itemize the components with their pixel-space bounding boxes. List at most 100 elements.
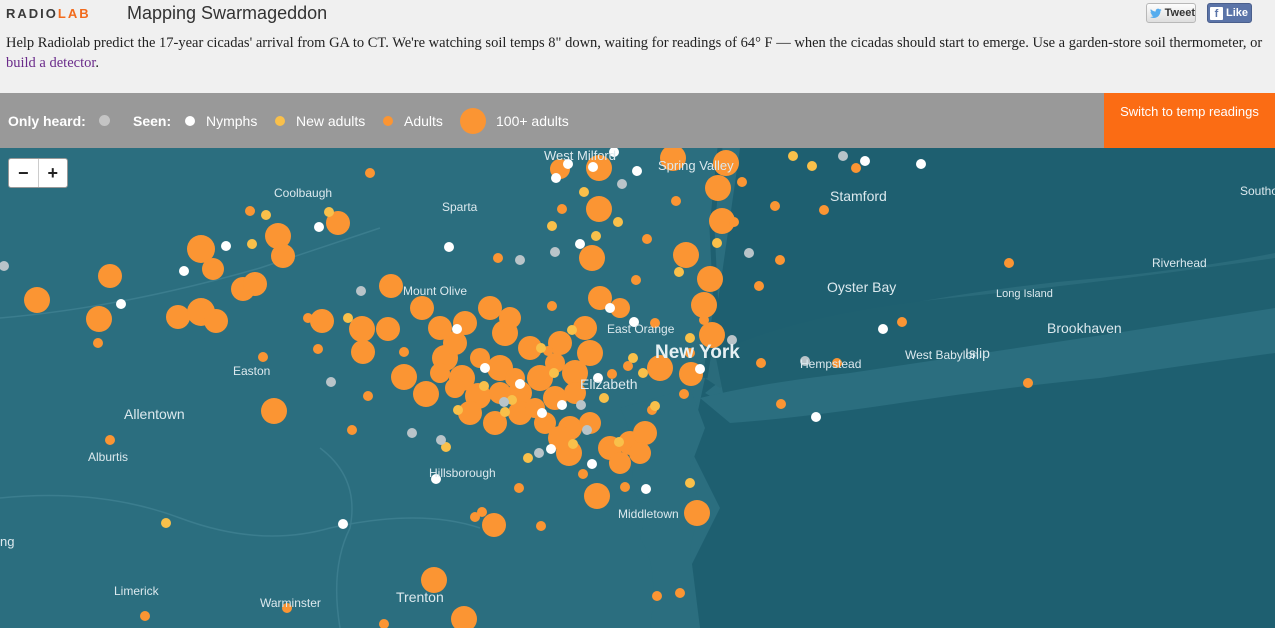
adult-marker[interactable]: [652, 591, 662, 601]
adult-marker[interactable]: [245, 206, 255, 216]
adult-marker[interactable]: [754, 281, 764, 291]
adult-marker[interactable]: [347, 425, 357, 435]
nymph-marker[interactable]: [116, 299, 126, 309]
new-adult-marker[interactable]: [247, 239, 257, 249]
new-adult-marker[interactable]: [788, 151, 798, 161]
adult-marker[interactable]: [1023, 378, 1033, 388]
heard-marker[interactable]: [744, 248, 754, 258]
adult-marker[interactable]: [430, 363, 450, 383]
heard-marker[interactable]: [436, 435, 446, 445]
nymph-marker[interactable]: [314, 222, 324, 232]
adult-marker[interactable]: [261, 398, 287, 424]
adult-marker[interactable]: [428, 316, 452, 340]
new-adult-marker[interactable]: [650, 401, 660, 411]
adult-marker[interactable]: [578, 469, 588, 479]
nymph-marker[interactable]: [605, 303, 615, 313]
adult-marker[interactable]: [557, 204, 567, 214]
adult-marker[interactable]: [675, 588, 685, 598]
adult-marker[interactable]: [609, 452, 631, 474]
new-adult-marker[interactable]: [591, 231, 601, 241]
adult-marker[interactable]: [699, 315, 709, 325]
new-adult-marker[interactable]: [161, 518, 171, 528]
new-adult-marker[interactable]: [536, 343, 546, 353]
new-adult-marker[interactable]: [500, 407, 510, 417]
adult-marker[interactable]: [351, 340, 375, 364]
new-adult-marker[interactable]: [613, 217, 623, 227]
adult-marker[interactable]: [391, 364, 417, 390]
new-adult-marker[interactable]: [685, 478, 695, 488]
nymph-marker[interactable]: [878, 324, 888, 334]
adult-marker[interactable]: [620, 482, 630, 492]
new-adult-marker[interactable]: [547, 221, 557, 231]
adult-marker[interactable]: [684, 500, 710, 526]
adult-marker[interactable]: [770, 201, 780, 211]
switch-temp-readings-button[interactable]: Switch to temp readings: [1104, 93, 1275, 148]
adult-marker[interactable]: [376, 317, 400, 341]
new-adult-marker[interactable]: [479, 381, 489, 391]
facebook-like-button[interactable]: f Like: [1207, 3, 1252, 23]
adult-marker[interactable]: [399, 347, 409, 357]
new-adult-marker[interactable]: [579, 187, 589, 197]
nymph-marker[interactable]: [632, 166, 642, 176]
adult-marker[interactable]: [819, 205, 829, 215]
adult-marker[interactable]: [705, 175, 731, 201]
new-adult-marker[interactable]: [807, 161, 817, 171]
adult-marker[interactable]: [737, 177, 747, 187]
adult-marker[interactable]: [410, 296, 434, 320]
adult-marker[interactable]: [98, 264, 122, 288]
nymph-marker[interactable]: [916, 159, 926, 169]
adult-marker[interactable]: [586, 196, 612, 222]
heard-marker[interactable]: [576, 400, 586, 410]
adult-marker[interactable]: [573, 316, 597, 340]
nymph-marker[interactable]: [557, 400, 567, 410]
adult-marker[interactable]: [579, 245, 605, 271]
new-adult-marker[interactable]: [568, 439, 578, 449]
heard-marker[interactable]: [550, 247, 560, 257]
adult-marker[interactable]: [697, 266, 723, 292]
radiolab-logo[interactable]: RADIOLAB: [6, 6, 91, 21]
build-detector-link[interactable]: build a detector: [6, 55, 95, 71]
tweet-button[interactable]: Tweet: [1146, 3, 1196, 23]
zoom-in-button[interactable]: +: [39, 159, 68, 187]
nymph-marker[interactable]: [551, 173, 561, 183]
adult-marker[interactable]: [631, 275, 641, 285]
heard-marker[interactable]: [617, 179, 627, 189]
adult-marker[interactable]: [729, 217, 739, 227]
new-adult-marker[interactable]: [567, 325, 577, 335]
nymph-marker[interactable]: [480, 363, 490, 373]
heard-marker[interactable]: [499, 397, 509, 407]
adult-marker[interactable]: [536, 521, 546, 531]
adult-marker[interactable]: [24, 287, 50, 313]
adult-marker[interactable]: [204, 309, 228, 333]
new-adult-marker[interactable]: [614, 437, 624, 447]
nymph-marker[interactable]: [588, 162, 598, 172]
adult-marker[interactable]: [379, 619, 389, 628]
adult-marker[interactable]: [514, 483, 524, 493]
adult-marker[interactable]: [691, 292, 717, 318]
heard-marker[interactable]: [407, 428, 417, 438]
adult-marker[interactable]: [451, 606, 477, 628]
nymph-marker[interactable]: [444, 242, 454, 252]
nymph-marker[interactable]: [641, 484, 651, 494]
new-adult-marker[interactable]: [453, 405, 463, 415]
new-adult-marker[interactable]: [599, 393, 609, 403]
heard-marker[interactable]: [582, 425, 592, 435]
adult-marker[interactable]: [633, 421, 657, 445]
adult-marker[interactable]: [499, 307, 521, 329]
adult-marker[interactable]: [349, 316, 375, 342]
adult-marker[interactable]: [671, 196, 681, 206]
adult-marker[interactable]: [445, 378, 465, 398]
adult-marker[interactable]: [271, 244, 295, 268]
adult-marker[interactable]: [313, 344, 323, 354]
adult-marker[interactable]: [413, 381, 439, 407]
adult-marker[interactable]: [584, 483, 610, 509]
new-adult-marker[interactable]: [549, 368, 559, 378]
nymph-marker[interactable]: [546, 444, 556, 454]
new-adult-marker[interactable]: [638, 368, 648, 378]
nymph-marker[interactable]: [587, 459, 597, 469]
zoom-out-button[interactable]: −: [9, 159, 39, 187]
adult-marker[interactable]: [547, 301, 557, 311]
adult-marker[interactable]: [679, 389, 689, 399]
nymph-marker[interactable]: [860, 156, 870, 166]
adult-marker[interactable]: [310, 309, 334, 333]
